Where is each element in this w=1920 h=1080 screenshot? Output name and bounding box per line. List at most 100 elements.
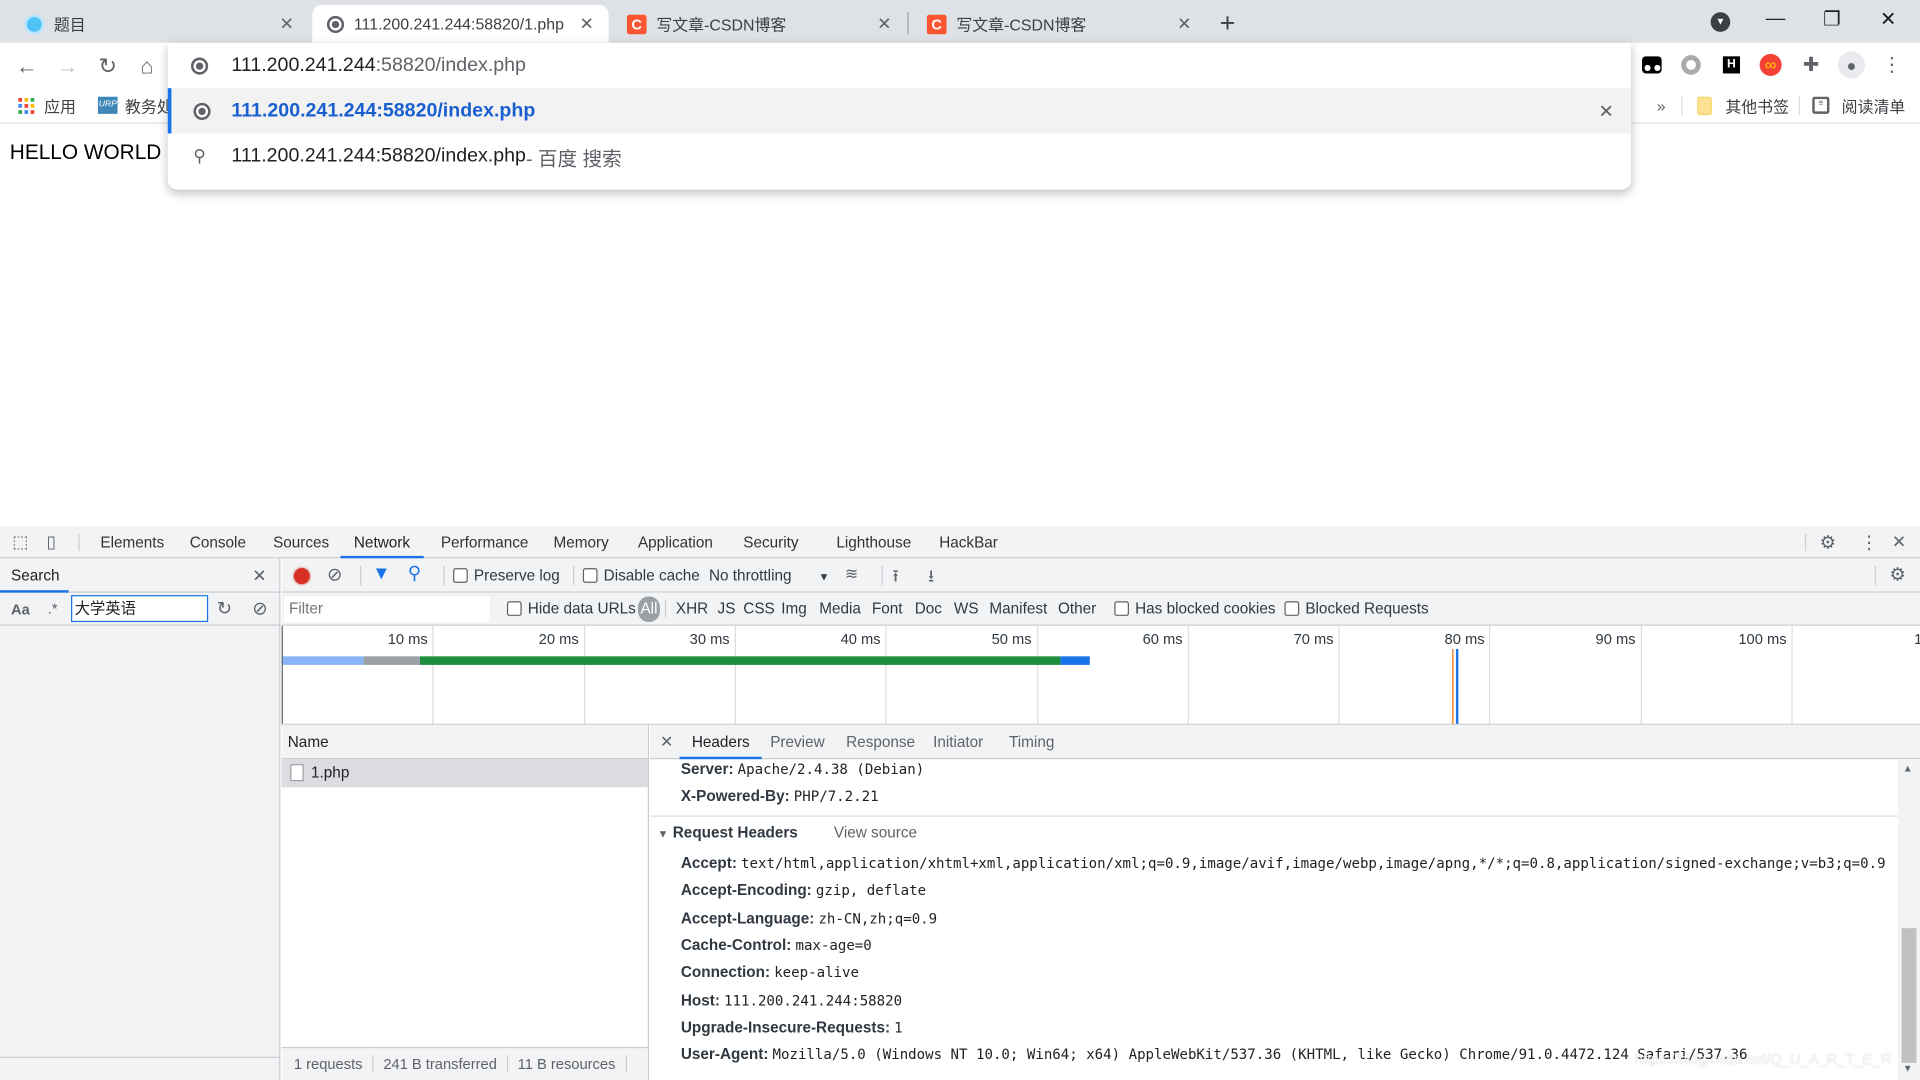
network-conditions-icon[interactable]: ≋	[845, 564, 858, 584]
filter-type-css[interactable]: CSS	[743, 600, 774, 617]
device-toolbar-icon[interactable]: ▯	[47, 531, 56, 552]
view-source-link[interactable]: View source	[834, 824, 917, 841]
close-tab-icon[interactable]: ✕	[580, 13, 594, 34]
scroll-down-icon[interactable]: ▼	[1903, 1063, 1913, 1074]
export-har-icon[interactable]: ⭳	[928, 563, 934, 592]
csdn-favicon: C	[626, 14, 647, 34]
tampermonkey-icon[interactable]	[1640, 54, 1664, 76]
filter-type-all[interactable]: All	[637, 596, 661, 623]
other-bookmarks-folder[interactable]: 其他书签	[1697, 93, 1789, 117]
profile-avatar[interactable]: ●	[1837, 51, 1865, 79]
details-tab-preview[interactable]: Preview	[770, 725, 824, 759]
devtools-tab-hackbar[interactable]: HackBar	[939, 527, 998, 559]
forward-icon[interactable]: →	[54, 54, 81, 78]
filter-type-media[interactable]: Media	[819, 600, 861, 617]
minimize-button[interactable]: —	[1751, 0, 1800, 39]
search-controls: Aa .* 大学英语 ↻ ⊘	[0, 593, 281, 626]
record-button[interactable]	[293, 568, 310, 585]
address-input[interactable]: 111.200.241.244:58820/index.php	[168, 43, 1631, 88]
hide-data-urls-checkbox[interactable]: Hide data URLs	[506, 600, 636, 617]
tab-problem[interactable]: 题目 ✕	[10, 5, 309, 43]
back-icon[interactable]: ←	[13, 54, 40, 78]
request-headers-section[interactable]: ▼ Request Headers View source	[658, 824, 917, 841]
search-icon[interactable]: ⚲	[408, 562, 421, 584]
details-tab-response[interactable]: Response	[846, 725, 915, 759]
filter-type-other[interactable]: Other	[1058, 600, 1096, 617]
filter-type-xhr[interactable]: XHR	[676, 600, 708, 617]
infinity-extension-icon[interactable]: ∞	[1758, 53, 1782, 76]
disable-cache-checkbox[interactable]: Disable cache	[582, 567, 700, 584]
filter-type-js[interactable]: JS	[718, 600, 736, 617]
match-case-button[interactable]: Aa	[11, 601, 30, 618]
column-header-name[interactable]: Name	[281, 724, 648, 760]
tab-search-icon[interactable]: ▼	[1710, 12, 1731, 32]
details-tab-initiator[interactable]: Initiator	[933, 725, 983, 759]
throttling-select[interactable]: No throttling ▼	[709, 567, 829, 584]
reading-list-button[interactable]: ≡ 阅读清单	[1812, 93, 1905, 117]
close-details-icon[interactable]: ✕	[660, 732, 673, 752]
filter-type-font[interactable]: Font	[872, 600, 903, 617]
filter-type-img[interactable]: Img	[781, 600, 807, 617]
devtools-tab-application[interactable]: Application	[638, 527, 713, 559]
reload-icon[interactable]: ↻	[94, 54, 121, 78]
clear-search-icon[interactable]: ⊘	[252, 598, 267, 620]
preserve-log-checkbox[interactable]: Preserve log	[453, 567, 560, 584]
maximize-button[interactable]: ❐	[1807, 0, 1856, 39]
remove-suggestion-icon[interactable]: ✕	[1598, 100, 1613, 122]
filter-icon[interactable]: ▼	[372, 563, 390, 584]
devtools-tab-memory[interactable]: Memory	[553, 527, 608, 559]
devtools-tab-lighthouse[interactable]: Lighthouse	[836, 527, 911, 559]
has-blocked-cookies-checkbox[interactable]: Has blocked cookies	[1114, 600, 1276, 617]
filter-type-ws[interactable]: WS	[954, 600, 979, 617]
devtools-tab-elements[interactable]: Elements	[100, 527, 164, 559]
home-icon[interactable]: ⌂	[133, 54, 160, 78]
hackbar-extension-icon[interactable]: H	[1719, 54, 1743, 76]
tab-csdn-2[interactable]: C 写文章-CSDN博客 ✕	[912, 5, 1206, 43]
bookmark-apps[interactable]: 应用	[18, 93, 76, 117]
close-search-icon[interactable]: ✕	[252, 566, 266, 587]
checkbox-label: Preserve log	[473, 566, 560, 585]
ring-extension-icon[interactable]	[1679, 54, 1703, 76]
request-list: Name 1.php 1 requests 241 B transferred 11…	[281, 724, 649, 1080]
devtools-tab-console[interactable]: Console	[190, 527, 246, 559]
devtools-tab-security[interactable]: Security	[743, 527, 798, 559]
bookmark-urp[interactable]: URP 教务处	[97, 93, 173, 117]
blocked-requests-checkbox[interactable]: Blocked Requests	[1284, 600, 1429, 617]
new-tab-button[interactable]: +	[1220, 7, 1236, 39]
suggestion-url[interactable]: 111.200.241.244:58820/index.php ✕	[167, 88, 1632, 134]
close-tab-icon[interactable]: ✕	[877, 13, 891, 34]
clear-log-icon[interactable]: ⊘	[327, 563, 342, 585]
close-devtools-icon[interactable]: ✕	[1892, 531, 1906, 552]
close-tab-icon[interactable]: ✕	[1177, 13, 1191, 34]
close-window-button[interactable]: ✕	[1864, 0, 1913, 39]
devtools-tab-network[interactable]: Network	[340, 527, 424, 559]
filter-type-doc[interactable]: Doc	[915, 600, 942, 617]
search-input[interactable]: 大学英语	[71, 595, 209, 623]
scrollbar-thumb[interactable]	[1901, 928, 1917, 1063]
network-settings-icon[interactable]: ⚙	[1889, 563, 1905, 585]
import-har-icon[interactable]: ⭱	[893, 563, 899, 592]
header-name: Server:	[680, 760, 734, 778]
filter-type-manifest[interactable]: Manifest	[989, 600, 1047, 617]
regex-button[interactable]: .*	[48, 600, 58, 617]
more-bookmarks-button[interactable]: »	[1657, 93, 1666, 117]
request-row[interactable]: 1.php	[281, 759, 648, 788]
close-tab-icon[interactable]: ✕	[280, 13, 294, 34]
suggestion-search[interactable]: ⚲ 111.200.241.244:58820/index.php - 百度 搜…	[168, 133, 1631, 178]
devtools-tab-performance[interactable]: Performance	[441, 527, 529, 559]
extensions-puzzle-icon[interactable]: ✚	[1799, 54, 1823, 76]
tab-csdn-1[interactable]: C 写文章-CSDN博客 ✕	[612, 5, 906, 43]
search-tab[interactable]: Search	[0, 558, 69, 593]
details-scrollbar[interactable]: ▲ ▼	[1897, 759, 1920, 1080]
tab-1php[interactable]: 111.200.241.244:58820/1.php ✕	[312, 4, 609, 43]
scroll-up-icon[interactable]: ▲	[1903, 763, 1913, 774]
details-tab-headers[interactable]: Headers	[679, 725, 762, 760]
chrome-menu-icon[interactable]: ⋮	[1880, 54, 1904, 76]
inspect-element-icon[interactable]: ⬚	[12, 531, 28, 552]
refresh-search-icon[interactable]: ↻	[217, 598, 232, 620]
filter-input[interactable]: Filter	[284, 596, 490, 623]
details-tab-timing[interactable]: Timing	[1009, 725, 1054, 759]
more-options-icon[interactable]: ⋮	[1860, 531, 1878, 553]
settings-gear-icon[interactable]: ⚙	[1820, 531, 1836, 553]
devtools-tab-sources[interactable]: Sources	[273, 527, 329, 559]
